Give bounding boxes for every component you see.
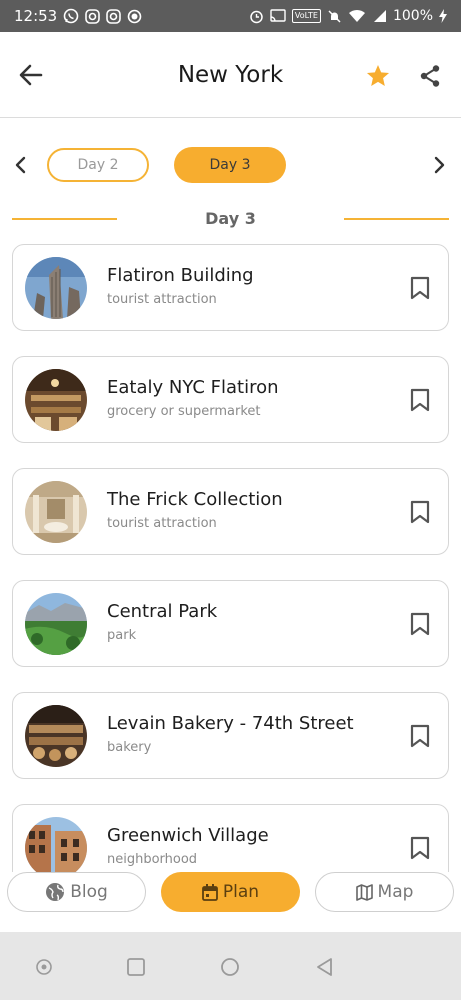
favorite-button[interactable] xyxy=(362,60,394,92)
place-card[interactable]: Greenwich Village neighborhood xyxy=(12,804,449,872)
place-card[interactable]: The Frick Collection tourist attraction xyxy=(12,468,449,555)
globe-icon xyxy=(46,883,65,901)
bookmark-outline-icon xyxy=(410,388,430,412)
bookmark-button[interactable] xyxy=(409,387,431,413)
tab-blog[interactable]: Blog xyxy=(7,872,146,912)
home-button[interactable] xyxy=(215,952,245,982)
place-card[interactable]: Levain Bakery - 74th Street bakery xyxy=(12,692,449,779)
wifi-icon xyxy=(348,9,366,23)
signal-icon xyxy=(372,9,387,23)
place-card[interactable]: Central Park park xyxy=(12,580,449,667)
status-bar: 12:53 VoLTE 100% xyxy=(0,0,461,32)
whatsapp-icon xyxy=(63,8,79,24)
bookmark-button[interactable] xyxy=(409,611,431,637)
alarm-icon xyxy=(249,9,264,24)
instagram-icon xyxy=(85,8,101,24)
place-name: Central Park xyxy=(107,601,218,622)
bookmark-outline-icon xyxy=(410,276,430,300)
place-card[interactable]: Flatiron Building tourist attraction xyxy=(12,244,449,331)
bookmark-button[interactable] xyxy=(409,499,431,525)
battery-level: 100% xyxy=(392,8,433,24)
place-thumbnail xyxy=(25,369,87,431)
map-icon xyxy=(355,883,373,901)
system-navigation-bar xyxy=(0,932,461,1000)
bookmark-outline-icon xyxy=(410,612,430,636)
circle-icon xyxy=(221,958,239,976)
place-list: Flatiron Building tourist attraction Eat… xyxy=(12,244,449,872)
place-type: tourist attraction xyxy=(107,292,217,307)
mute-icon xyxy=(327,9,342,24)
place-thumbnail xyxy=(25,257,87,319)
bookmark-outline-icon xyxy=(410,836,430,860)
share-button[interactable] xyxy=(414,60,446,92)
assistant-button[interactable] xyxy=(29,952,59,982)
place-card[interactable]: Eataly NYC Flatiron grocery or supermark… xyxy=(12,356,449,443)
place-thumbnail xyxy=(25,705,87,767)
place-thumbnail xyxy=(25,481,87,543)
bookmark-button[interactable] xyxy=(409,723,431,749)
dot-circle-icon xyxy=(36,959,52,975)
back-nav-button[interactable] xyxy=(310,952,340,982)
tab-plan-label: Plan xyxy=(222,882,260,902)
day-heading: Day 3 xyxy=(0,208,461,232)
bookmark-button[interactable] xyxy=(409,835,431,861)
place-name: Levain Bakery - 74th Street xyxy=(107,713,354,734)
triangle-back-icon xyxy=(317,958,332,976)
place-name: Flatiron Building xyxy=(107,265,254,286)
place-type: grocery or supermarket xyxy=(107,404,261,419)
tab-blog-label: Blog xyxy=(70,882,108,902)
tab-map[interactable]: Map xyxy=(315,872,454,912)
square-icon xyxy=(127,958,145,976)
volte-badge: VoLTE xyxy=(291,9,321,23)
tab-map-label: Map xyxy=(377,882,414,902)
cast-icon xyxy=(270,9,286,23)
record-icon xyxy=(127,9,142,24)
bookmark-button[interactable] xyxy=(409,275,431,301)
status-time: 12:53 xyxy=(14,7,58,25)
calendar-icon xyxy=(202,883,218,901)
day-pill-previous[interactable]: Day 2 xyxy=(47,148,149,182)
place-type: neighborhood xyxy=(107,852,198,867)
day-selector: Day 2 Day 3 xyxy=(0,146,461,186)
next-day-button[interactable] xyxy=(426,150,452,180)
recents-button[interactable] xyxy=(121,952,151,982)
share-icon xyxy=(420,65,440,87)
bottom-tab-bar: Blog Plan Map xyxy=(0,872,461,932)
divider-line xyxy=(344,218,449,220)
previous-day-button[interactable] xyxy=(8,150,34,180)
bookmark-outline-icon xyxy=(410,500,430,524)
place-name: Greenwich Village xyxy=(107,825,269,846)
place-thumbnail xyxy=(25,593,87,655)
bookmark-outline-icon xyxy=(410,724,430,748)
place-name: The Frick Collection xyxy=(107,489,283,510)
chevron-left-icon xyxy=(15,156,26,174)
star-icon xyxy=(366,64,390,86)
top-app-bar: New York xyxy=(0,32,461,118)
place-type: tourist attraction xyxy=(107,516,217,531)
place-type: park xyxy=(107,628,137,643)
tab-plan[interactable]: Plan xyxy=(161,872,300,912)
chevron-right-icon xyxy=(434,156,445,174)
instagram-icon xyxy=(106,8,122,24)
charging-icon xyxy=(439,9,447,23)
day-pill-current[interactable]: Day 3 xyxy=(174,147,286,183)
place-type: bakery xyxy=(107,740,152,755)
place-name: Eataly NYC Flatiron xyxy=(107,377,279,398)
place-thumbnail xyxy=(25,817,87,872)
